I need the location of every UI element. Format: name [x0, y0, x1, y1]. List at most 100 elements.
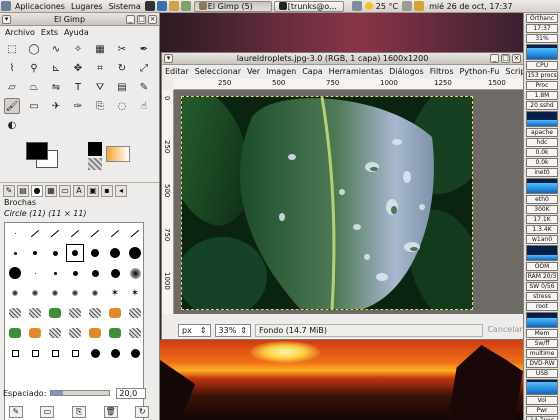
layers-tab-icon[interactable]: ▤: [17, 184, 29, 197]
flip-icon[interactable]: ⇋: [48, 79, 64, 95]
monitor-label[interactable]: Orthanc: [526, 14, 558, 23]
monitor-label[interactable]: OOM: [526, 262, 558, 271]
image-close-icon[interactable]: ×: [512, 54, 521, 63]
menu-applications[interactable]: Aplicaciones: [12, 2, 68, 11]
monitor-label[interactable]: inet0: [526, 168, 558, 177]
ellipse-select-icon[interactable]: ◯: [26, 41, 42, 57]
brush-preview[interactable]: [45, 323, 65, 343]
cancel-button[interactable]: Cancelar: [487, 324, 523, 337]
brush-preview[interactable]: [85, 243, 105, 263]
monitor-label[interactable]: 1.3.4K: [526, 225, 558, 234]
task-terminal[interactable]: [trunks@o...: [273, 0, 344, 12]
brush-preview[interactable]: [25, 243, 45, 263]
brush-preview[interactable]: [45, 223, 65, 243]
brush-preview[interactable]: [65, 283, 85, 303]
patterns-tab-icon[interactable]: ▦: [45, 184, 57, 197]
image-titlebar[interactable]: ▾ laureldroplets.jpg-3.0 (RGB, 1 capa) 1…: [162, 53, 523, 65]
image-menu-item[interactable]: Ver: [244, 67, 263, 76]
monitor-label[interactable]: root: [526, 302, 558, 311]
brush-preview[interactable]: [65, 263, 85, 283]
refresh-brushes-icon[interactable]: ↻: [135, 406, 150, 418]
brush-preview[interactable]: [25, 343, 45, 363]
brush-preview[interactable]: [105, 263, 125, 283]
clone-icon[interactable]: ⎘: [92, 98, 108, 114]
brush-preview[interactable]: [105, 343, 125, 363]
blend-icon[interactable]: ▤: [114, 79, 130, 95]
brush-preview[interactable]: [45, 263, 65, 283]
image-menu-item[interactable]: Herramientas: [326, 67, 387, 76]
brush-preview[interactable]: ✶: [105, 283, 125, 303]
brush-preview[interactable]: [25, 303, 45, 323]
image-minimize-icon[interactable]: _: [490, 54, 499, 63]
brushes-tab-icon[interactable]: ●: [31, 184, 43, 197]
palettes-tab-icon[interactable]: ▣: [87, 184, 99, 197]
dodge-burn-icon[interactable]: ◐: [4, 117, 20, 133]
brush-preview[interactable]: [125, 263, 145, 283]
brush-preview[interactable]: [65, 223, 85, 243]
monitor-label[interactable]: hdc: [526, 138, 558, 147]
monitor-label[interactable]: Pwr: [526, 406, 558, 415]
brush-preview[interactable]: [45, 283, 65, 303]
color-select-icon[interactable]: ▦: [92, 41, 108, 57]
perspective-icon[interactable]: ⏢: [26, 79, 42, 95]
image-menu-item[interactable]: Seleccionar: [192, 67, 244, 76]
brush-preview[interactable]: [125, 303, 145, 323]
monitor-label[interactable]: eth0: [526, 195, 558, 204]
brush-preview[interactable]: [25, 323, 45, 343]
brush-preview[interactable]: [5, 303, 25, 323]
monitor-label[interactable]: CPU: [526, 61, 558, 70]
monitor-label[interactable]: apache: [526, 128, 558, 137]
color-picker-icon[interactable]: ⌇: [4, 60, 20, 76]
brush-preview[interactable]: [65, 323, 85, 343]
image-menu-item[interactable]: Script-Fu: [502, 67, 523, 76]
minimize-icon[interactable]: _: [126, 14, 135, 24]
brush-preview[interactable]: [65, 243, 85, 263]
monitor-label[interactable]: 20 sshd: [526, 101, 558, 110]
scale-icon[interactable]: ⤢: [136, 60, 152, 76]
monitor-label[interactable]: 14.7nos: [526, 416, 558, 420]
monitor-label[interactable]: 300K: [526, 205, 558, 214]
brush-preview[interactable]: [5, 243, 25, 263]
brush-preview[interactable]: [105, 323, 125, 343]
temperature[interactable]: 25 °C: [373, 2, 401, 11]
brush-preview[interactable]: [25, 283, 45, 303]
image-menu-item[interactable]: Imagen: [263, 67, 299, 76]
monitor-label[interactable]: 17.1K: [526, 215, 558, 224]
image-maximize-icon[interactable]: □: [501, 54, 510, 63]
eraser-icon[interactable]: ▭: [26, 98, 42, 114]
airbrush-icon[interactable]: ✈: [48, 98, 64, 114]
monitor-label[interactable]: 153 procs: [526, 71, 558, 80]
maximize-icon[interactable]: □: [137, 14, 146, 24]
brush-preview[interactable]: [25, 223, 45, 243]
brush-preview[interactable]: [5, 223, 25, 243]
foreground-color-swatch[interactable]: [26, 142, 48, 160]
spacing-value-field[interactable]: 20,0: [116, 387, 147, 399]
image-canvas[interactable]: [174, 90, 523, 314]
brush-preview[interactable]: [105, 303, 125, 323]
brush-preview[interactable]: [85, 323, 105, 343]
monitor-label[interactable]: 0.0k: [526, 158, 558, 167]
brush-preview[interactable]: [105, 243, 125, 263]
brush-preview[interactable]: [5, 323, 25, 343]
monitor-label[interactable]: SW 0/56: [526, 282, 558, 291]
brush-preview[interactable]: [85, 303, 105, 323]
tray-network-icon[interactable]: [351, 1, 362, 11]
crop-icon[interactable]: ⌗: [92, 60, 108, 76]
brush-preview[interactable]: [125, 323, 145, 343]
monitor-label[interactable]: Vol: [526, 396, 558, 405]
measure-icon[interactable]: ⊾: [48, 60, 64, 76]
ink-icon[interactable]: ✑: [70, 98, 86, 114]
active-pattern-indicator[interactable]: [88, 158, 102, 170]
monitor-label[interactable]: multime: [526, 349, 558, 358]
scissors-icon[interactable]: ✂: [114, 41, 130, 57]
dock-menu-icon[interactable]: ◂: [115, 184, 127, 197]
brush-preview[interactable]: [65, 303, 85, 323]
paths-icon[interactable]: ✒: [136, 41, 152, 57]
image-menu-item[interactable]: Capa: [299, 67, 325, 76]
brush-preview[interactable]: [105, 223, 125, 243]
close-icon[interactable]: ×: [148, 14, 157, 24]
duplicate-brush-icon[interactable]: ⎘: [71, 406, 86, 418]
monitor-label[interactable]: RAM 20/3: [526, 272, 558, 281]
brush-preview[interactable]: [45, 343, 65, 363]
brush-preview[interactable]: ✶: [125, 283, 145, 303]
